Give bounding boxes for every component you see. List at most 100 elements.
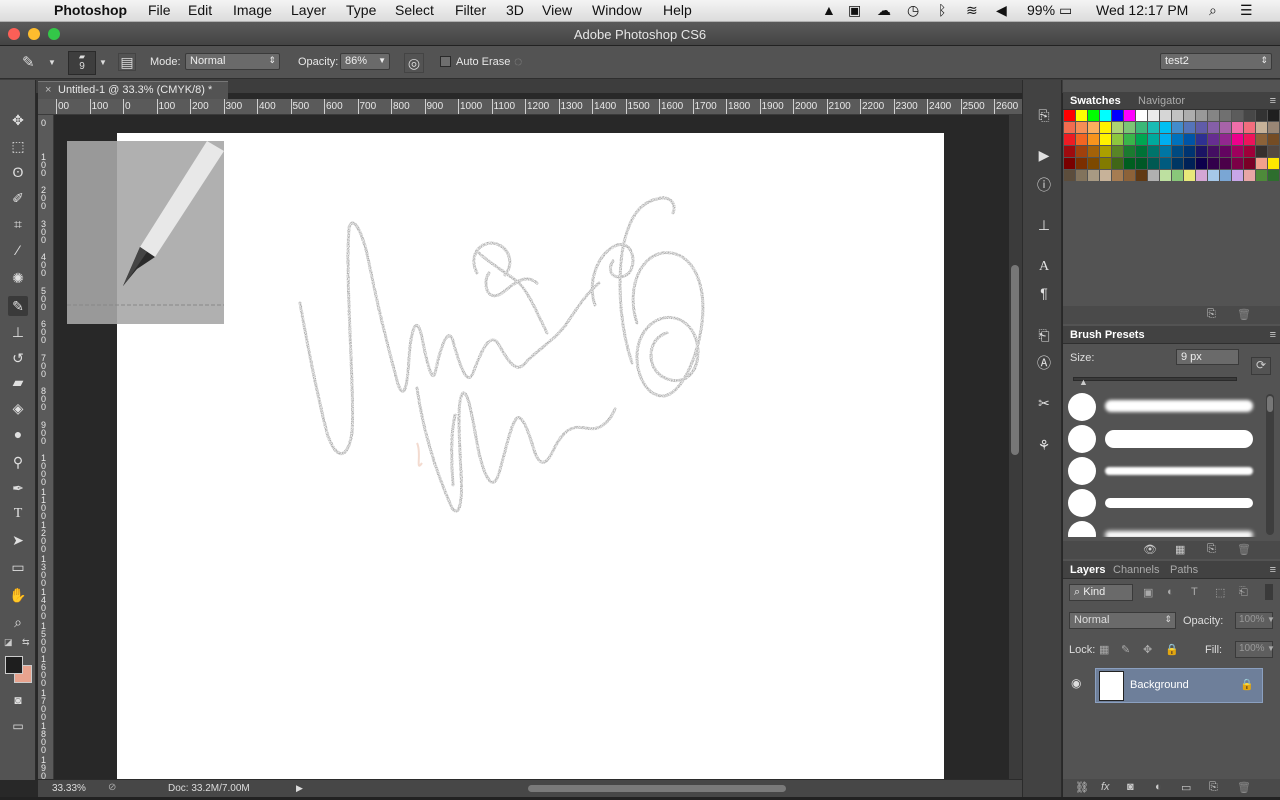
pencil-tool-icon[interactable]: ✎: [8, 296, 28, 316]
color-swatch[interactable]: [1172, 110, 1183, 121]
color-swatch[interactable]: [1244, 146, 1255, 157]
character-panel-icon[interactable]: A: [1033, 256, 1055, 278]
spotlight-icon[interactable]: ⌕: [1209, 2, 1217, 19]
battery-icon[interactable]: ▭: [1059, 2, 1072, 19]
color-swatch[interactable]: [1196, 158, 1207, 169]
color-swatch[interactable]: [1208, 146, 1219, 157]
vertical-ruler[interactable]: 0 1 0 0 2 0 0 3 0 0 4 0 0 5 0 0 6 0 0 7 0 0 8 0 …: [38, 115, 54, 779]
panel-menu-icon[interactable]: ≡: [1270, 329, 1276, 341]
brush-size-input[interactable]: 9 px: [1176, 349, 1239, 365]
menu-help[interactable]: Help: [663, 2, 692, 18]
color-swatch[interactable]: [1160, 110, 1171, 121]
auto-erase-checkbox[interactable]: [440, 56, 451, 67]
brush-list-scroll-thumb[interactable]: [1267, 396, 1273, 412]
color-swatch[interactable]: [1208, 122, 1219, 133]
tool-presets-icon[interactable]: ✂: [1033, 392, 1055, 414]
color-swatch[interactable]: [1244, 110, 1255, 121]
filter-smart-object-icon[interactable]: ⎗: [1239, 586, 1248, 599]
brush-preset-item[interactable]: [1065, 392, 1255, 422]
layer-name[interactable]: Background: [1130, 679, 1189, 691]
color-swatch[interactable]: [1136, 134, 1147, 145]
color-swatch[interactable]: [1184, 170, 1195, 181]
brush-picker[interactable]: ▰ 9: [68, 51, 96, 75]
wifi-icon[interactable]: ≋: [966, 2, 978, 19]
marquee-tool-icon[interactable]: ⬚: [8, 136, 28, 156]
eraser-tool-icon[interactable]: ▰: [8, 372, 28, 392]
path-selection-tool-icon[interactable]: ➤: [8, 530, 28, 550]
zoom-level[interactable]: 33.33%: [52, 783, 86, 794]
color-swatch[interactable]: [1184, 122, 1195, 133]
quick-mask-icon[interactable]: ◙: [8, 690, 28, 710]
new-group-icon[interactable]: ▭: [1181, 781, 1191, 794]
blur-tool-icon[interactable]: ●: [8, 424, 28, 444]
color-swatch[interactable]: [1256, 146, 1267, 157]
document-tab[interactable]: × Untitled-1 @ 33.3% (CMYK/8) *: [38, 81, 228, 99]
filter-pixel-icon[interactable]: ▣: [1143, 586, 1153, 599]
color-swatch[interactable]: [1268, 146, 1279, 157]
color-swatch[interactable]: [1076, 158, 1087, 169]
color-swatch[interactable]: [1124, 134, 1135, 145]
type-tool-icon[interactable]: T: [8, 504, 28, 524]
toggle-brush-panel-icon[interactable]: 👁: [1143, 543, 1157, 556]
color-swatch[interactable]: [1232, 122, 1243, 133]
filter-type-icon[interactable]: T: [1191, 586, 1198, 598]
filter-shape-icon[interactable]: ⬚: [1215, 586, 1225, 599]
color-swatch[interactable]: [1268, 110, 1279, 121]
mode-select[interactable]: Normal ⇕: [185, 53, 280, 70]
color-swatch[interactable]: [1088, 134, 1099, 145]
color-swatch[interactable]: [1064, 110, 1075, 121]
color-swatch[interactable]: [1160, 158, 1171, 169]
color-swatch[interactable]: [1160, 170, 1171, 181]
color-swatch[interactable]: [1124, 158, 1135, 169]
vertical-scroll-thumb[interactable]: [1011, 265, 1019, 455]
display-icon[interactable]: ▣: [848, 2, 861, 19]
color-swatch[interactable]: [1268, 170, 1279, 181]
color-swatch[interactable]: [1064, 146, 1075, 157]
color-swatch[interactable]: [1184, 158, 1195, 169]
color-swatch[interactable]: [1112, 134, 1123, 145]
layer-filter-kind-select[interactable]: ⌕ Kind: [1069, 584, 1133, 601]
menu-window[interactable]: Window: [592, 2, 642, 18]
new-layer-icon[interactable]: ⎘: [1209, 781, 1218, 794]
actions-panel-icon[interactable]: ▶: [1033, 144, 1055, 166]
tab-swatches[interactable]: Swatches: [1070, 95, 1121, 107]
color-swatch[interactable]: [1148, 170, 1159, 181]
color-swatch[interactable]: [1136, 122, 1147, 133]
color-swatch[interactable]: [1088, 158, 1099, 169]
brush-preset-item[interactable]: [1065, 424, 1255, 454]
color-swatch[interactable]: [1172, 146, 1183, 157]
status-menu-arrow-icon[interactable]: ▶: [296, 783, 303, 794]
document-canvas[interactable]: [117, 133, 944, 779]
color-swatch[interactable]: [1220, 158, 1231, 169]
color-swatch[interactable]: [1076, 134, 1087, 145]
color-swatch[interactable]: [1268, 158, 1279, 169]
volume-icon[interactable]: ◀: [996, 2, 1007, 19]
color-swatch[interactable]: [1088, 110, 1099, 121]
tab-layers[interactable]: Layers: [1070, 564, 1105, 576]
menu-view[interactable]: View: [542, 2, 572, 18]
menu-app[interactable]: Photoshop: [54, 2, 127, 18]
opacity-input[interactable]: 86% ▼: [340, 53, 390, 70]
brush-preset-item[interactable]: [1065, 520, 1255, 537]
lock-transparent-icon[interactable]: ▦: [1099, 643, 1109, 656]
lock-all-icon[interactable]: 🔒: [1165, 643, 1179, 656]
color-swatch[interactable]: [1220, 134, 1231, 145]
brush-grid-icon[interactable]: ▦: [1175, 543, 1185, 556]
close-document-icon[interactable]: ×: [45, 84, 51, 96]
pressure-opacity-icon[interactable]: ◎: [404, 53, 424, 73]
canvas-vertical-scrollbar[interactable]: [1009, 115, 1022, 779]
quick-selection-tool-icon[interactable]: ✐: [8, 188, 28, 208]
color-swatch[interactable]: [1220, 170, 1231, 181]
new-swatch-icon[interactable]: ⎘: [1207, 308, 1216, 321]
rectangle-tool-icon[interactable]: ▭: [8, 557, 28, 577]
delete-layer-icon[interactable]: 🗑: [1237, 781, 1251, 794]
color-swatch[interactable]: [1256, 158, 1267, 169]
clone-source-panel-icon[interactable]: ⊥: [1033, 214, 1055, 236]
brush-size-slider-thumb[interactable]: ▲: [1079, 377, 1088, 387]
brush-panel-toggle-icon[interactable]: ▤: [118, 53, 136, 71]
color-swatch[interactable]: [1112, 146, 1123, 157]
canvas-area[interactable]: [54, 115, 1009, 779]
color-swatch[interactable]: [1148, 158, 1159, 169]
adobe-icon[interactable]: ▲: [822, 2, 836, 18]
zoom-tool-icon[interactable]: ⌕: [8, 612, 28, 632]
